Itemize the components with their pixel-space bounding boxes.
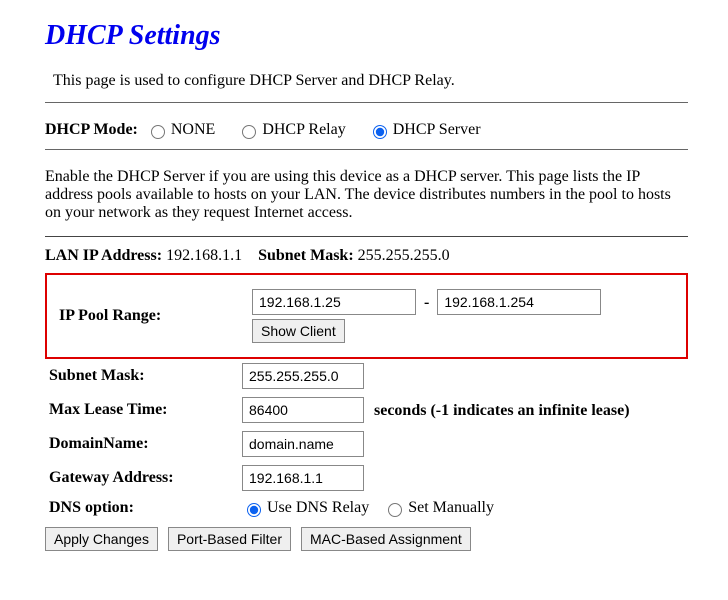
- subnet-mask-label: Subnet Mask:: [45, 359, 238, 393]
- gateway-input[interactable]: [242, 465, 364, 491]
- dhcp-mode-none-radio[interactable]: [151, 125, 165, 139]
- dhcp-mode-none-label[interactable]: NONE: [146, 121, 219, 138]
- lan-mask-value: 255.255.255.0: [358, 247, 450, 264]
- apply-changes-button[interactable]: Apply Changes: [45, 527, 158, 551]
- divider: [45, 102, 688, 103]
- dhcp-mode-none-text: NONE: [171, 121, 215, 138]
- subnet-mask-input[interactable]: [242, 363, 364, 389]
- lan-ip-label: LAN IP Address:: [45, 247, 162, 264]
- mac-based-assignment-button[interactable]: MAC-Based Assignment: [301, 527, 471, 551]
- domain-name-label: DomainName:: [45, 427, 238, 461]
- dhcp-mode-server-radio[interactable]: [373, 125, 387, 139]
- ip-pool-start-input[interactable]: [252, 289, 416, 315]
- intro-text: This page is used to configure DHCP Serv…: [53, 72, 688, 90]
- dhcp-mode-relay-text: DHCP Relay: [262, 121, 345, 138]
- dns-manual-radio[interactable]: [388, 503, 402, 517]
- dhcp-mode-server-label[interactable]: DHCP Server: [368, 121, 481, 138]
- max-lease-note: seconds (-1 indicates an infinite lease): [374, 402, 630, 419]
- dns-relay-radio[interactable]: [247, 503, 261, 517]
- max-lease-input[interactable]: [242, 397, 364, 423]
- dns-manual-text: Set Manually: [408, 499, 494, 516]
- lan-mask-label: Subnet Mask:: [258, 247, 354, 264]
- page-title: DHCP Settings: [45, 20, 688, 52]
- lan-ip-value: 192.168.1.1: [166, 247, 242, 264]
- divider: [45, 236, 688, 237]
- dhcp-mode-label: DHCP Mode:: [45, 121, 138, 138]
- dns-relay-label[interactable]: Use DNS Relay: [242, 499, 373, 516]
- max-lease-label: Max Lease Time:: [45, 393, 238, 427]
- ip-pool-highlight: IP Pool Range: - Show Client: [45, 273, 688, 359]
- dns-manual-label[interactable]: Set Manually: [383, 499, 494, 516]
- ip-pool-label: IP Pool Range:: [55, 285, 248, 347]
- dhcp-mode-relay-radio[interactable]: [242, 125, 256, 139]
- dhcp-description: Enable the DHCP Server if you are using …: [45, 168, 688, 222]
- divider: [45, 149, 688, 150]
- dhcp-mode-relay-label[interactable]: DHCP Relay: [237, 121, 349, 138]
- dhcp-mode-server-text: DHCP Server: [393, 121, 481, 138]
- show-client-button[interactable]: Show Client: [252, 319, 345, 343]
- domain-name-input[interactable]: [242, 431, 364, 457]
- dns-relay-text: Use DNS Relay: [267, 499, 369, 516]
- dash-icon: -: [424, 294, 429, 311]
- port-based-filter-button[interactable]: Port-Based Filter: [168, 527, 291, 551]
- gateway-label: Gateway Address:: [45, 461, 238, 495]
- ip-pool-end-input[interactable]: [437, 289, 601, 315]
- dns-option-label: DNS option:: [45, 495, 238, 521]
